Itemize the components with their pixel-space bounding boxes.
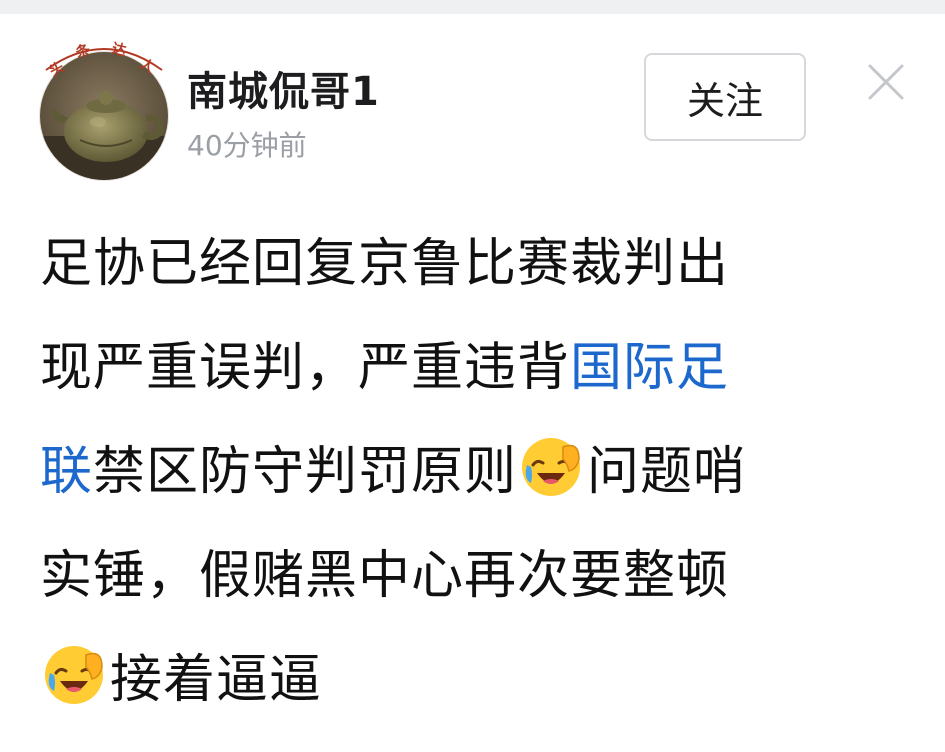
post-text: 禁区防守判罚原则 bbox=[93, 442, 518, 502]
badge-char-1: 头 bbox=[46, 58, 66, 80]
laughing-crying-emoji-icon bbox=[42, 643, 106, 707]
post-line-1: 足协已经回复京鲁比赛裁判出 bbox=[40, 212, 920, 316]
post-content: 足协已经回复京鲁比赛裁判出 现严重误判，严重违背国际足 联禁区防守判罚原则 问题… bbox=[40, 212, 920, 732]
follow-button[interactable]: 关注 bbox=[644, 53, 806, 141]
post-line-4: 实锤，假赌黑中心再次要整顿 bbox=[40, 524, 920, 628]
top-strip bbox=[0, 0, 945, 14]
close-button[interactable] bbox=[864, 60, 908, 104]
post-text: 接着逼逼 bbox=[110, 650, 323, 710]
topic-link-continued[interactable]: 联 bbox=[40, 442, 93, 502]
badge-char-3: 达 bbox=[110, 40, 127, 60]
close-icon bbox=[868, 64, 904, 100]
creator-badge: 头 条 达 人 bbox=[40, 32, 168, 92]
topic-link[interactable]: 国际足 bbox=[570, 338, 729, 398]
badge-char-2: 条 bbox=[73, 41, 92, 61]
laughing-crying-emoji-icon bbox=[519, 435, 583, 499]
post-line-3: 联禁区防守判罚原则 问题哨 bbox=[40, 420, 920, 524]
post-text: 足协已经回复京鲁比赛裁判出 bbox=[40, 234, 730, 294]
post-text: 实锤，假赌黑中心再次要整顿 bbox=[40, 546, 730, 606]
post-text: 现严重误判，严重违背 bbox=[40, 338, 571, 398]
post-text: 问题哨 bbox=[587, 442, 747, 502]
post-line-2: 现严重误判，严重违背国际足 bbox=[40, 316, 920, 420]
post-line-5: 接着逼逼 bbox=[40, 628, 920, 732]
author-name[interactable]: 南城侃哥1 bbox=[187, 66, 380, 118]
post-time: 40分钟前 bbox=[187, 129, 307, 162]
